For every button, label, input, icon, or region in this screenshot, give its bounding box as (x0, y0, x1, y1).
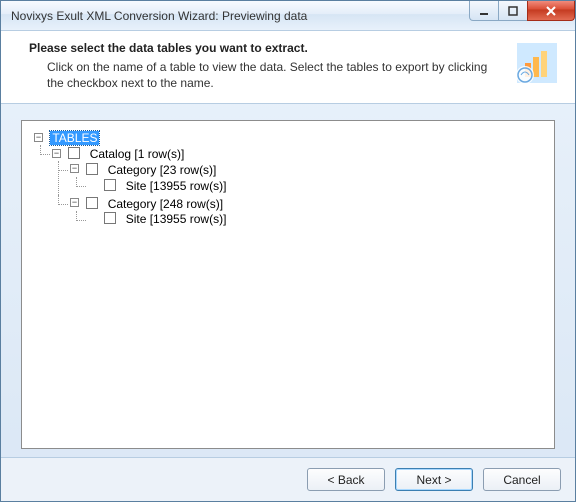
leaf-spacer (88, 180, 97, 189)
tree-node-site: Site [13955 row(s)] (88, 177, 546, 194)
tree-node-root: − TABLES − Catalog [1 row(s)] − (34, 129, 546, 230)
checkbox[interactable] (68, 147, 80, 159)
checkbox[interactable] (104, 179, 116, 191)
back-button[interactable]: < Back (307, 468, 385, 491)
wizard-header: Please select the data tables you want t… (1, 31, 575, 104)
expander-icon[interactable]: − (70, 164, 79, 173)
header-heading: Please select the data tables you want t… (29, 41, 507, 55)
cancel-button[interactable]: Cancel (483, 468, 561, 491)
tables-tree: − TABLES − Catalog [1 row(s)] − (30, 129, 546, 230)
checkbox[interactable] (86, 197, 98, 209)
expander-icon[interactable]: − (70, 198, 79, 207)
minimize-icon (479, 6, 489, 16)
tree-label-category[interactable]: Category [23 row(s)] (106, 163, 219, 177)
checkbox[interactable] (104, 212, 116, 224)
tree-label-tables[interactable]: TABLES (50, 131, 99, 145)
tree-label-site[interactable]: Site [13955 row(s)] (124, 179, 229, 193)
minimize-button[interactable] (469, 1, 499, 21)
tree-node-category: − Category [248 row(s)] Site [13955 row(… (70, 195, 546, 229)
tree-node-catalog: − Catalog [1 row(s)] − Category [23 row(… (52, 145, 546, 229)
expander-icon[interactable]: − (52, 149, 61, 158)
header-subtext: Click on the name of a table to view the… (29, 59, 507, 91)
header-text: Please select the data tables you want t… (29, 41, 507, 91)
leaf-spacer (88, 214, 97, 223)
wizard-window: Novixys Exult XML Conversion Wizard: Pre… (0, 0, 576, 502)
expander-icon[interactable]: − (34, 133, 43, 142)
wizard-footer: < Back Next > Cancel (1, 457, 575, 501)
tree-label-catalog[interactable]: Catalog [1 row(s)] (88, 147, 187, 161)
window-buttons (470, 1, 575, 21)
close-button[interactable] (527, 1, 575, 21)
wizard-body: − TABLES − Catalog [1 row(s)] − (1, 104, 575, 457)
maximize-button[interactable] (498, 1, 528, 21)
maximize-icon (508, 6, 518, 16)
titlebar: Novixys Exult XML Conversion Wizard: Pre… (1, 1, 575, 31)
close-icon (545, 6, 557, 16)
header-icon (515, 41, 559, 85)
checkbox[interactable] (86, 163, 98, 175)
tree-label-site[interactable]: Site [13955 row(s)] (124, 212, 229, 226)
tree-node-site: Site [13955 row(s)] (88, 211, 546, 228)
next-button[interactable]: Next > (395, 468, 473, 491)
tree-panel[interactable]: − TABLES − Catalog [1 row(s)] − (21, 120, 555, 449)
window-title: Novixys Exult XML Conversion Wizard: Pre… (11, 9, 307, 23)
tree-node-category: − Category [23 row(s)] Site [13955 row(s… (70, 161, 546, 195)
tree-label-category[interactable]: Category [248 row(s)] (106, 197, 225, 211)
